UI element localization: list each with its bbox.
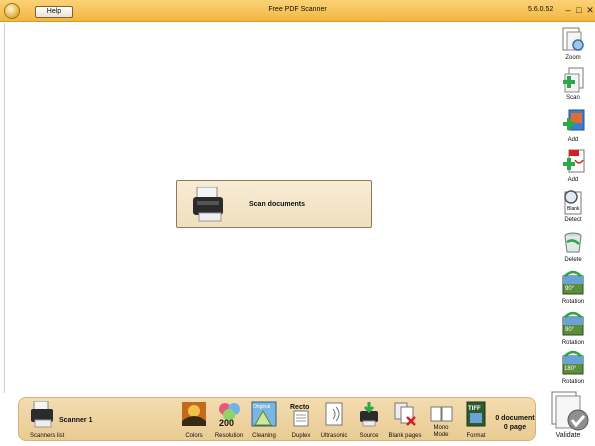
rotation-label: Rotation — [561, 340, 585, 346]
validate-icon — [551, 391, 589, 431]
svg-text:180°: 180° — [564, 366, 577, 372]
validate-label: Validate — [555, 432, 581, 439]
cleaning-label: Cleaning — [252, 433, 276, 439]
add-pdf-label: Add — [567, 177, 579, 183]
document-count: 0 document — [495, 415, 535, 422]
zoom-icon — [562, 27, 584, 51]
cleaning-button[interactable]: Original Cleaning — [247, 401, 281, 441]
blank-pages-icon — [394, 402, 416, 426]
rotate-left-button[interactable]: 90° Rotation — [555, 270, 591, 308]
rotate-180-icon: 180° — [562, 350, 584, 375]
add-image-label: Add — [567, 137, 579, 143]
zoom-label: Zoom — [565, 55, 581, 61]
scanner-name: Scanner 1 — [59, 417, 93, 424]
scan-button[interactable]: Scan — [555, 66, 591, 104]
close-button[interactable]: ✕ — [584, 4, 595, 16]
delete-label: Delete — [564, 257, 582, 263]
add-pdf-icon — [563, 149, 585, 173]
scanner-icon — [31, 401, 53, 428]
svg-text:Recto: Recto — [290, 404, 309, 411]
blank-pages-button[interactable]: Blank pages — [388, 401, 422, 441]
source-button[interactable]: Source — [352, 401, 386, 441]
bottom-toolbar: Scanner 1 Scanners list Colors 200 Resol… — [18, 397, 536, 441]
format-icon: TIFF — [466, 401, 486, 427]
rotation-label: Rotation — [561, 379, 585, 385]
svg-text:200: 200 — [219, 418, 234, 427]
svg-text:90°: 90° — [565, 327, 575, 333]
scan-documents-button[interactable]: Scan documents — [176, 180, 372, 228]
rotate-90-right-icon: 90° — [562, 311, 584, 336]
document-counter: 0 document 0 page — [493, 414, 537, 432]
page-count: 0 page — [503, 424, 527, 431]
rotation-label: Rotation — [561, 299, 585, 305]
scanner-selector[interactable]: Scanner 1 Scanners list — [27, 401, 107, 439]
ultrasonic-button[interactable]: Ultrasonic — [317, 401, 351, 441]
zoom-button[interactable]: Zoom — [555, 26, 591, 64]
svg-text:Original: Original — [253, 404, 270, 410]
colors-button[interactable]: Colors — [177, 401, 211, 441]
delete-button[interactable]: Delete — [555, 228, 591, 266]
cleaning-icon: Original — [251, 401, 277, 427]
rotate-right-button[interactable]: 90° Rotation — [555, 311, 591, 349]
right-toolbar: Zoom Scan Add Add Blank Detect Delete 90… — [552, 24, 592, 446]
scan-documents-label: Scan documents — [249, 201, 306, 208]
scan-add-icon — [563, 67, 584, 93]
format-label: Format — [466, 433, 486, 439]
detect-blank-button[interactable]: Blank Detect — [555, 188, 591, 226]
source-icon — [360, 402, 378, 427]
rotate-180-button[interactable]: 180° Rotation — [555, 350, 591, 388]
colors-icon — [182, 402, 206, 426]
scanner-icon — [193, 187, 223, 222]
format-button[interactable]: TIFF Format — [459, 401, 493, 441]
title-bar: Help Free PDF Scanner 5.6.0.52 – □ ✕ — [0, 0, 595, 22]
svg-text:TIFF: TIFF — [468, 406, 481, 412]
validate-button[interactable]: Validate — [548, 390, 590, 444]
duplex-icon: Recto — [290, 404, 309, 427]
resolution-button[interactable]: 200 Resolution — [212, 401, 246, 441]
trash-icon — [564, 232, 582, 253]
version-label: 5.6.0.52 — [528, 6, 554, 13]
add-image-icon — [563, 109, 585, 131]
add-image-button[interactable]: Add — [555, 108, 591, 146]
scanners-list-label: Scanners list — [30, 433, 65, 439]
mono-mode-button[interactable]: Mono Mode — [424, 401, 458, 441]
mono-mode-icon — [430, 406, 453, 422]
window-title: Free PDF Scanner — [268, 6, 327, 13]
blank-detect-icon: Blank — [564, 190, 582, 215]
detect-label: Detect — [564, 217, 582, 223]
svg-text:90°: 90° — [565, 286, 575, 292]
scan-label: Scan — [566, 95, 580, 101]
resolution-icon: 200 — [219, 403, 240, 427]
add-pdf-button[interactable]: Add — [555, 148, 591, 186]
ultrasonic-icon — [325, 402, 343, 426]
svg-text:Blank: Blank — [567, 206, 580, 212]
rotate-90-left-icon: 90° — [562, 270, 584, 295]
